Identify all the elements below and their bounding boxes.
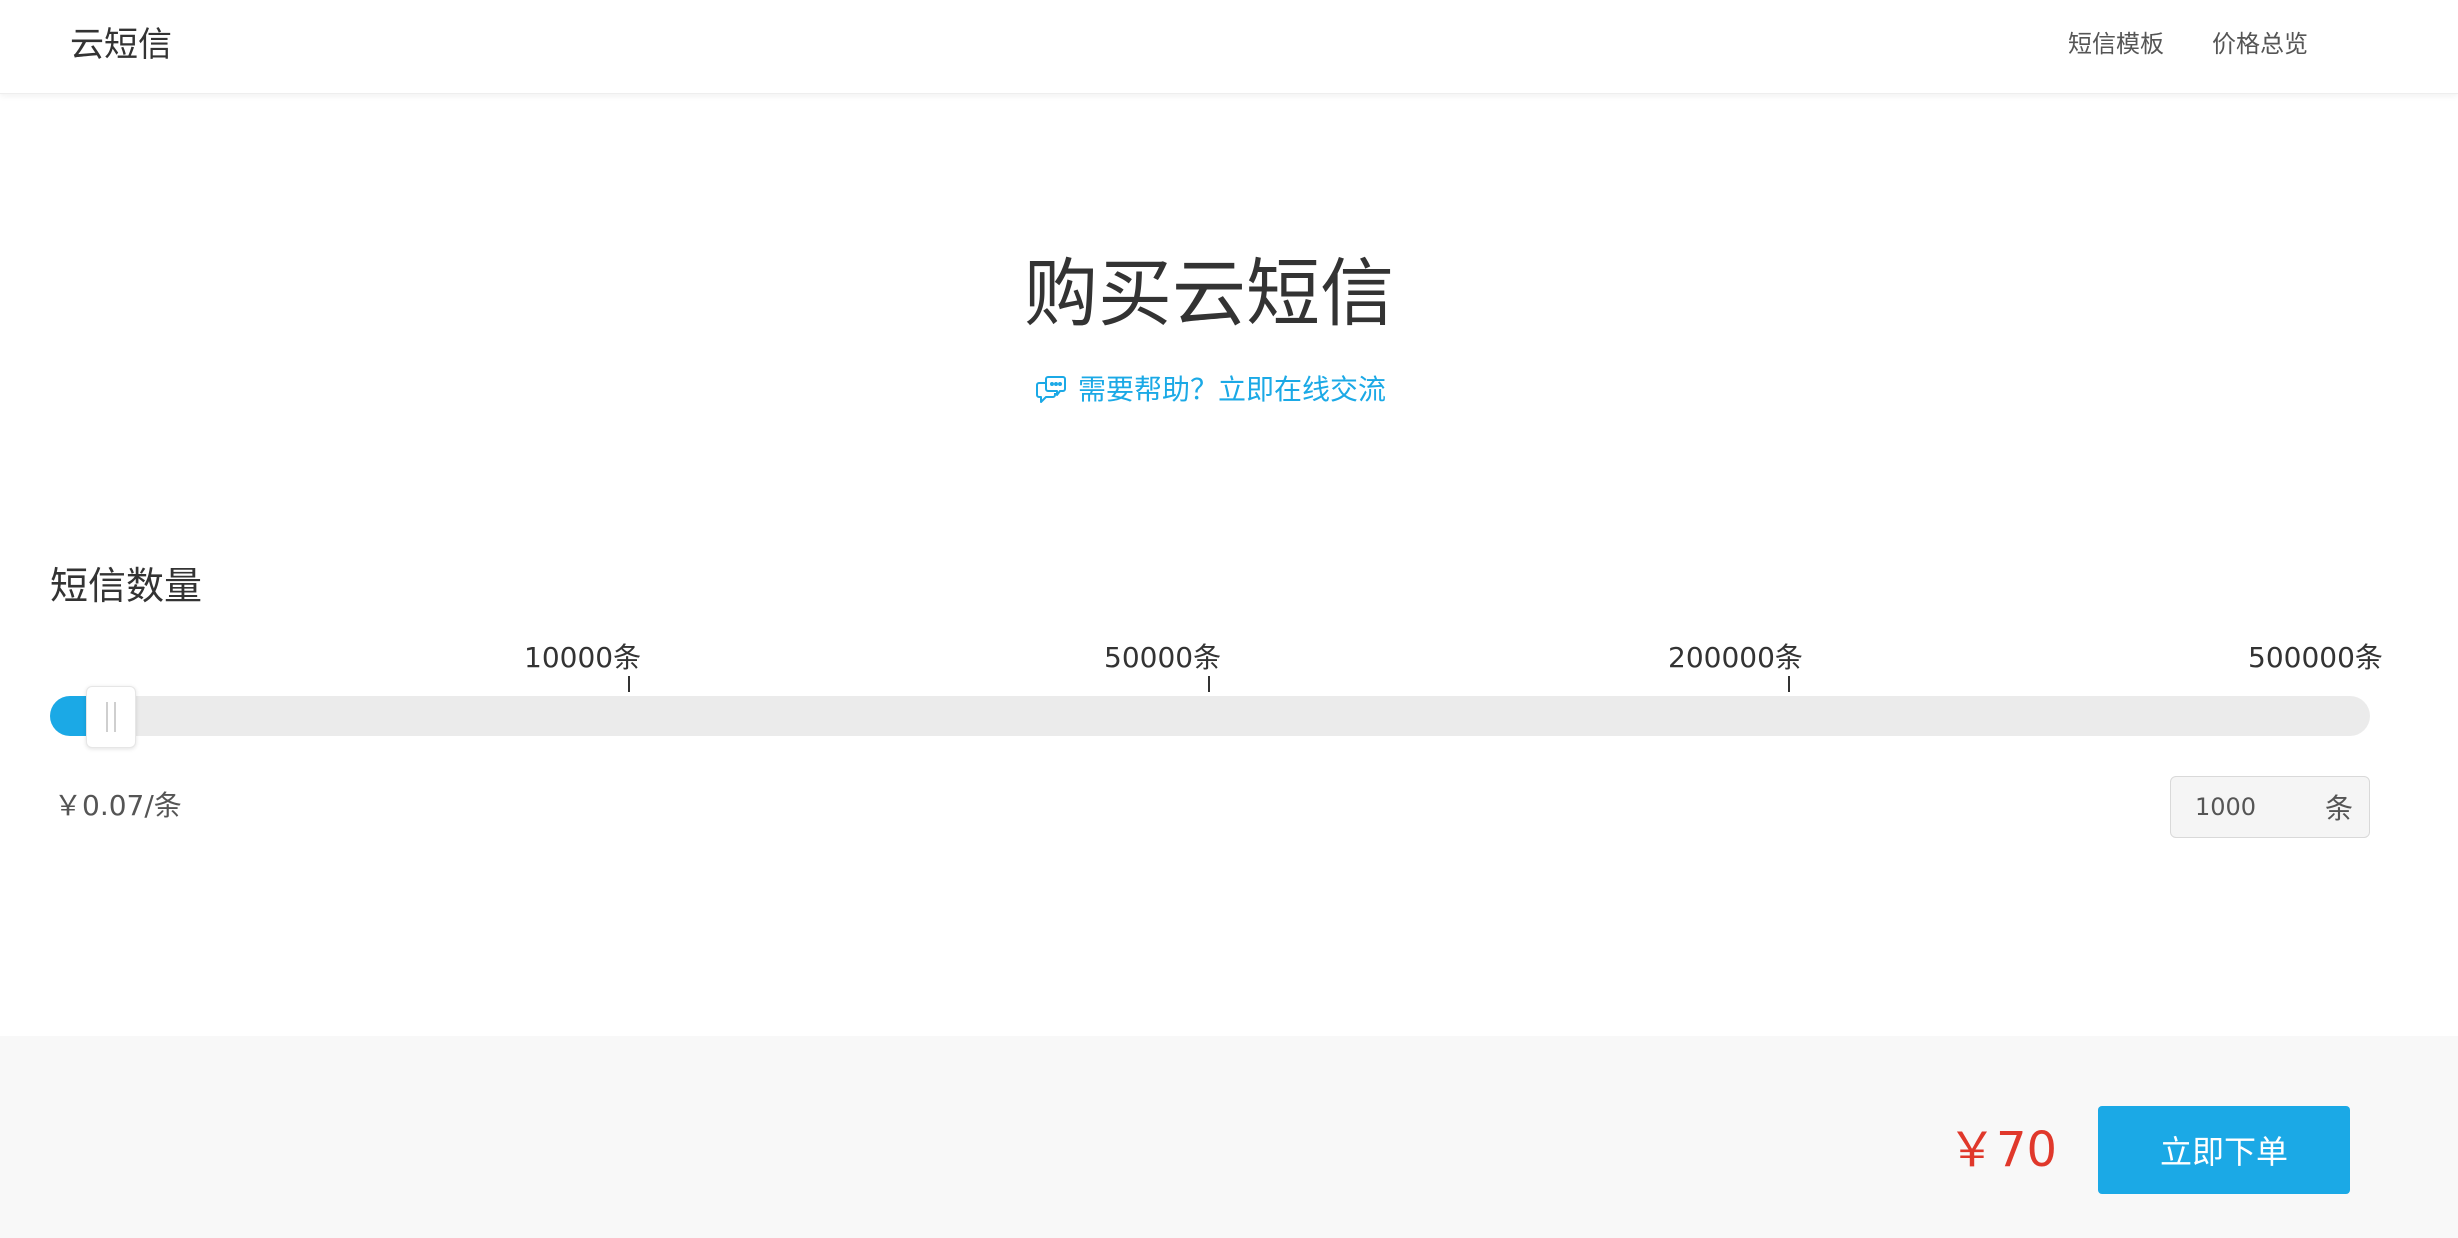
- quantity-input-group: 条: [2170, 776, 2370, 838]
- tick-label-50000: 50000条: [1104, 641, 1222, 674]
- online-help-label: 需要帮助？立即在线交流: [1078, 373, 1387, 406]
- tick-mark-10000: [628, 676, 630, 692]
- quantity-slider-track[interactable]: [50, 696, 2370, 736]
- tick-mark-200000: [1788, 676, 1790, 692]
- tick-label-500000: 500000条: [2248, 641, 2383, 674]
- page: 云短信 短信模板 价格总览 购买云短信 需要帮助？立即在线交流 短信数量 100…: [0, 0, 2458, 1238]
- nav-link-price-overview[interactable]: 价格总览: [2212, 26, 2308, 62]
- quantity-input[interactable]: [2171, 777, 2321, 837]
- grip-icon: [114, 702, 116, 732]
- online-help-link[interactable]: 需要帮助？立即在线交流: [1034, 366, 1386, 410]
- top-header: 云短信 短信模板 价格总览: [0, 0, 2458, 94]
- chat-bubbles-icon: [1034, 371, 1068, 405]
- grip-icon: [106, 702, 108, 732]
- brand-logo-text[interactable]: 云短信: [70, 22, 172, 68]
- top-nav: 短信模板 价格总览: [2068, 26, 2308, 62]
- tick-mark-50000: [1208, 676, 1210, 692]
- page-title: 购买云短信: [1024, 251, 1394, 337]
- quantity-unit-label: 条: [2325, 792, 2354, 825]
- order-bar: [0, 1036, 2458, 1238]
- sms-quantity-label: 短信数量: [50, 564, 203, 608]
- place-order-button[interactable]: 立即下单: [2098, 1106, 2350, 1194]
- nav-link-sms-templates[interactable]: 短信模板: [2068, 26, 2164, 62]
- tick-label-200000: 200000条: [1668, 641, 1803, 674]
- total-price: ￥70: [1948, 1122, 2058, 1178]
- tick-label-10000: 10000条: [524, 641, 642, 674]
- unit-price: ￥0.07/条: [54, 789, 182, 822]
- quantity-slider-handle[interactable]: [86, 686, 136, 748]
